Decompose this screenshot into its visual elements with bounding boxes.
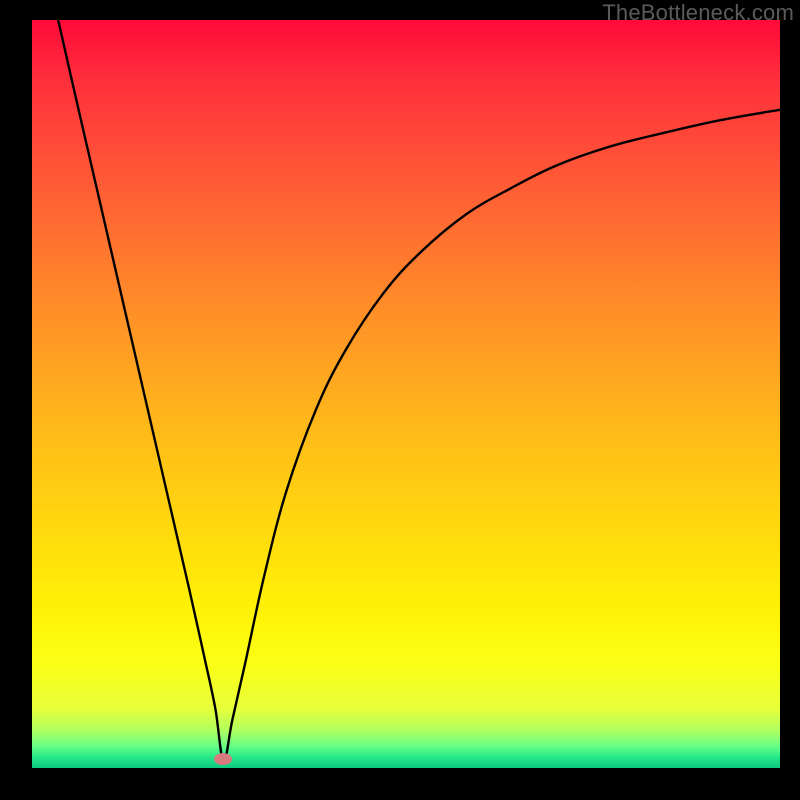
plot-area bbox=[32, 20, 780, 768]
watermark-text: TheBottleneck.com bbox=[602, 0, 794, 26]
min-marker bbox=[214, 753, 232, 765]
bottleneck-curve bbox=[32, 20, 780, 768]
chart-frame: TheBottleneck.com bbox=[0, 0, 800, 800]
